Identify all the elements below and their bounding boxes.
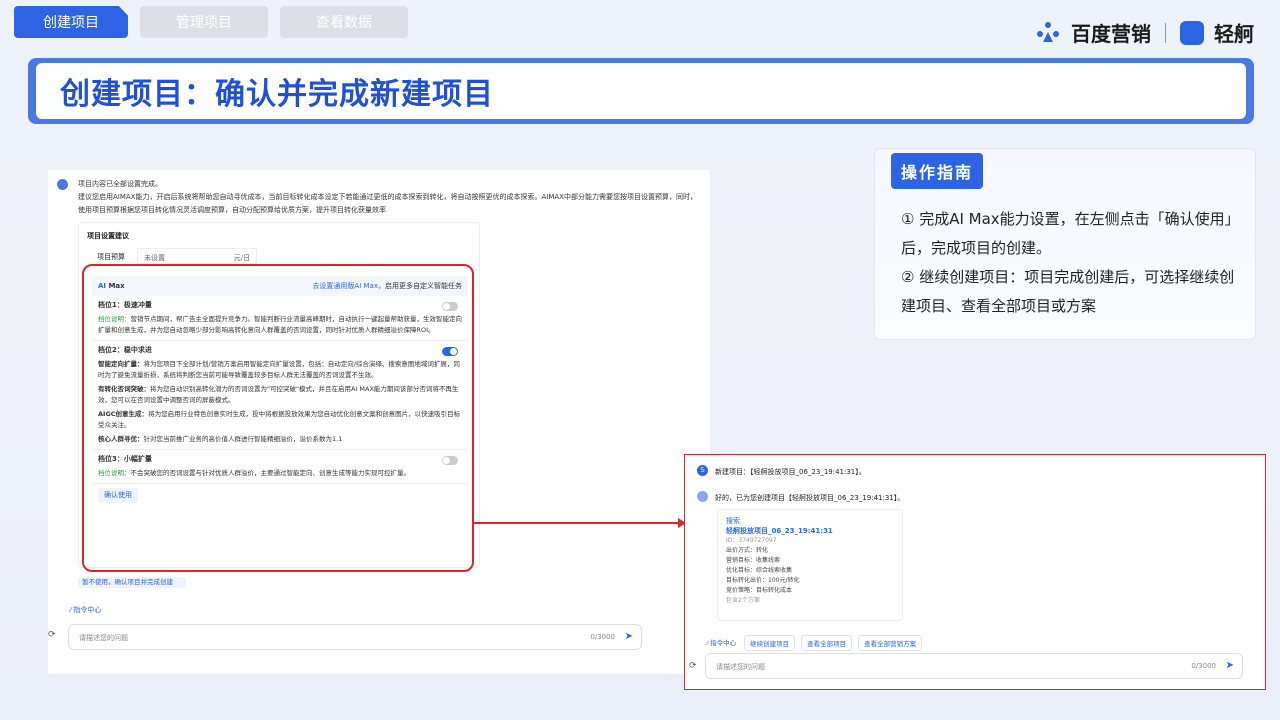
tab-view-data[interactable]: 查看数据: [280, 6, 408, 38]
bot-message: 项目内容已全部设置完成。 建议您启用AIMAX能力，开启后系统将帮助您自动寻优成…: [78, 178, 698, 217]
slot3-title: 档位3：小幅扩量: [98, 455, 152, 463]
question-input[interactable]: 请描述您的问题 0/3000 ➤: [705, 653, 1243, 679]
guide-step1: ① 完成AI Max能力设置，在左侧点击「确认使用」后，完成项目的创建。: [901, 210, 1233, 257]
budget-value: 未设置: [144, 254, 165, 262]
right-screenshot: S 新建项目：【轻舸投放项目_06_23_19:41:31】。 好的，已为您创建…: [684, 454, 1266, 690]
project-name[interactable]: 轻舸投放项目_06_23_19:41:31: [726, 526, 894, 536]
top-tabs: 创建项目 管理项目 查看数据: [14, 6, 408, 38]
slot1-desc: 营销节点期间，帮广告主全面提升竞争力。智能判断行业流量高峰期时，自动执行一键起量…: [98, 315, 462, 334]
budget-label: 项目预算: [97, 253, 125, 261]
plan-count: 包含2个方案: [726, 597, 760, 604]
project-card[interactable]: 搜索 轻舸投放项目_06_23_19:41:31 ID：3749727097 出…: [717, 509, 903, 621]
bot-message: 好的，已为您创建项目【轻舸投放项目_06_23_19:41:31】。: [715, 494, 905, 502]
brand-divider: [1165, 22, 1166, 43]
slot2-p4: 针对您当前推广业务的高价值人群进行智能精细溢价，溢价系数为1.1: [143, 435, 343, 443]
marketing-goal: 营销目标：收集线索: [726, 557, 781, 564]
refresh-icon[interactable]: ⟳: [689, 661, 697, 671]
action-buttons: ⁄ 指令中心 继续创建项目 查看全部项目 查看全部营销方案: [705, 635, 923, 651]
slot2-p1-label: 智能定向扩量：: [98, 360, 144, 368]
slot3-desc-label: 档位说明：: [98, 469, 131, 477]
guide-title: 操作指南: [891, 153, 984, 189]
aimax-settings-link[interactable]: 去设置通用版AI Max，: [312, 282, 385, 290]
tab-manage-project[interactable]: 管理项目: [140, 6, 268, 38]
question-input[interactable]: 请描述您的问题 0/3000 ➤: [68, 624, 642, 650]
slot2-section: 档位2：稳中求进 智能定向扩量：将为您项目下全部计划/营销方案启用智能定向扩量设…: [92, 341, 468, 450]
input-counter: 0/3000: [1191, 662, 1216, 670]
slot2-p4-label: 核心人群寻优：: [98, 435, 144, 443]
bot-message-line2: 建议您启用AIMAX能力，开启后系统将帮助您自动寻优成本，当前目标转化成本设定下…: [78, 193, 697, 214]
slot2-p2: 将为您自动识别高转化潜力的否词设置为"可控突破"模式，并且在启用AI MAX能力…: [98, 385, 459, 404]
slot3-toggle[interactable]: [442, 456, 458, 465]
confirm-use-button[interactable]: 确认使用: [98, 488, 138, 503]
continue-create-button[interactable]: 继续创建项目: [744, 635, 796, 651]
aimax-link-suffix: 启用更多自定义智能任务: [385, 281, 462, 290]
user-message: 新建项目：【轻舸投放项目_06_23_19:41:31】。: [715, 468, 866, 476]
tab-create-project[interactable]: 创建项目: [14, 6, 128, 38]
bid-mode: 出价方式：转化: [726, 547, 769, 554]
view-all-plans-button[interactable]: 查看全部营销方案: [858, 635, 923, 651]
input-counter: 0/3000: [590, 633, 615, 641]
send-icon[interactable]: ➤: [1226, 660, 1234, 671]
slot2-p2-label: 有转化否词突破：: [98, 385, 150, 393]
slot2-toggle[interactable]: [442, 347, 458, 356]
project-kind: 搜索: [726, 517, 740, 525]
slot2-p3-label: AIGC创意生成：: [98, 410, 149, 418]
input-placeholder: 请描述您的问题: [716, 663, 765, 671]
bot-message-line1: 项目内容已全部设置完成。: [78, 180, 162, 188]
card-title: 项目设置建议: [87, 232, 129, 240]
title-bar: 创建项目：确认并完成新建项目: [28, 58, 1254, 124]
slot2-p1: 将为您项目下全部计划/营销方案启用智能定向扩量设置，包括：自动定向/综合演绎、搜…: [98, 360, 460, 379]
not-use-button[interactable]: 暂不使用，确认项目并完成创建: [78, 577, 186, 588]
qingge-logo-icon: [1180, 20, 1204, 45]
optimization-goal: 优化目标：综合线索收集: [726, 567, 793, 574]
command-center-link[interactable]: ⁄ 指令中心: [70, 605, 101, 615]
budget-field[interactable]: 元/日 未设置: [137, 248, 257, 264]
slot2-title: 档位2：稳中求进: [98, 346, 152, 354]
slot1-toggle[interactable]: [442, 302, 458, 311]
page-title: 创建项目：确认并完成新建项目: [60, 77, 494, 112]
command-center-link[interactable]: ⁄ 指令中心: [705, 635, 738, 651]
aimax-logo: AI Max: [98, 281, 125, 290]
slot3-desc: 不会突破您的否词设置与针对优质人群溢价，主要通过智能定向、创意生成等能力实现可控…: [130, 469, 411, 477]
send-icon[interactable]: ➤: [625, 631, 633, 642]
slot1-desc-label: 档位说明：: [98, 315, 131, 323]
budget-unit: 元/日: [233, 254, 250, 262]
input-placeholder: 请描述您的问题: [79, 634, 128, 642]
bot-avatar-icon: [57, 179, 68, 190]
bot-avatar-icon: [697, 491, 708, 502]
bid-strategy: 竞价策略：目标转化成本: [726, 587, 793, 594]
aimax-panel: AI Max 去设置通用版AI Max，启用更多自定义智能任务 档位1：极速冲量…: [92, 276, 468, 566]
slot2-p3: 将为您启用行业特色创意实时生成，投中将根据投放效果为您自动优化创意文案和创意图片…: [98, 410, 461, 429]
slot3-section: 档位3：小幅扩量 档位说明：不会突破您的否词设置与针对优质人群溢价，主要通过智能…: [92, 450, 468, 484]
operation-guide-panel: 操作指南 ① 完成AI Max能力设置，在左侧点击「确认使用」后，完成项目的创建…: [874, 148, 1256, 340]
brand-name-qingge: 轻舸: [1214, 22, 1254, 46]
guide-body: ① 完成AI Max能力设置，在左侧点击「确认使用」后，完成项目的创建。 ② 继…: [901, 205, 1237, 321]
view-all-projects-button[interactable]: 查看全部项目: [801, 635, 853, 651]
baidu-marketing-icon: [1037, 21, 1059, 42]
user-avatar: S: [697, 465, 708, 476]
command-center-label: 指令中心: [73, 606, 102, 614]
refresh-icon[interactable]: ⟳: [48, 630, 56, 640]
brand-logo: 百度营销 轻舸: [1035, 18, 1254, 47]
aimax-header: AI Max 去设置通用版AI Max，启用更多自定义智能任务: [92, 276, 468, 296]
project-id: ID：3749727097: [726, 537, 777, 544]
guide-step2: ② 继续创建项目：项目完成创建后，可选择继续创建项目、查看全部项目或方案: [901, 268, 1235, 315]
slot1-section: 档位1：极速冲量 档位说明：营销节点期间，帮广告主全面提升竞争力。智能判断行业流…: [92, 296, 468, 341]
brand-name-baidu: 百度营销: [1071, 22, 1151, 46]
slot1-title: 档位1：极速冲量: [98, 301, 152, 309]
target-cost: 目标转化出价：100元/转化: [726, 577, 800, 584]
pointer-arrow: [474, 518, 686, 528]
